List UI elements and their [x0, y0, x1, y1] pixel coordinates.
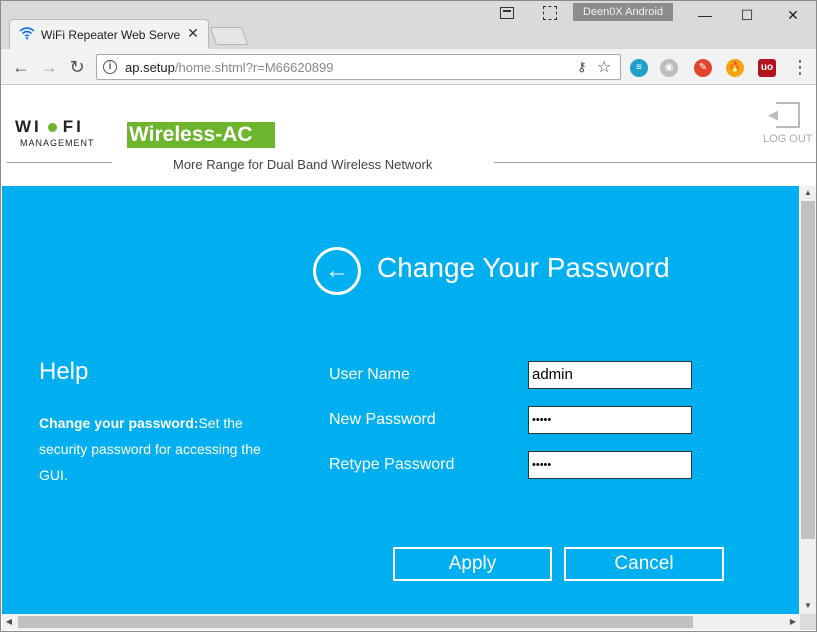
address-bar[interactable]: i ap.setup/home.shtml?r=M66620899 ⚷ ☆	[96, 54, 621, 80]
close-window-button[interactable]: ✕	[778, 3, 808, 27]
reload-button[interactable]: ↻	[65, 55, 89, 79]
url-host: ap.setup	[125, 60, 175, 75]
new-password-label: New Password	[329, 411, 436, 428]
minimize-button[interactable]: —	[690, 3, 720, 27]
vertical-scroll-thumb[interactable]	[801, 201, 815, 539]
forward-button[interactable]: →	[37, 55, 61, 79]
logout-icon[interactable]	[768, 102, 800, 128]
browser-menu-icon[interactable]: ⋮	[791, 55, 809, 79]
new-password-input[interactable]: •••••	[528, 406, 692, 434]
header-divider-right	[494, 162, 816, 163]
title-bar: WiFi Repeater Web Serve ✕ Deen0X Android…	[1, 1, 816, 49]
logo-right-text: FI	[62, 117, 84, 136]
info-icon[interactable]: i	[103, 60, 117, 74]
extension-2-icon[interactable]: ◉	[660, 59, 678, 77]
screenshot-icon[interactable]	[543, 6, 557, 20]
page-title: Change Your Password	[377, 252, 670, 283]
extension-3-icon[interactable]: ✎	[694, 59, 712, 77]
cast-icon[interactable]	[500, 7, 514, 19]
retype-password-input[interactable]: •••••	[528, 451, 692, 479]
url-text[interactable]: ap.setup/home.shtml?r=M66620899	[125, 60, 334, 75]
apply-button[interactable]: Apply	[393, 547, 552, 581]
extension-4-icon[interactable]: 🔥	[726, 59, 744, 77]
new-tab-button[interactable]	[209, 27, 249, 45]
tab-close-icon[interactable]: ✕	[185, 25, 201, 41]
change-password-panel: ← Change Your Password Help Change your …	[2, 186, 799, 614]
maximize-button[interactable]: ☐	[732, 3, 762, 27]
browser-window: WiFi Repeater Web Serve ✕ Deen0X Android…	[0, 0, 817, 632]
tagline: More Range for Dual Band Wireless Networ…	[173, 157, 433, 172]
scroll-up-icon[interactable]: ▲	[800, 186, 816, 200]
key-icon[interactable]: ⚷	[577, 59, 587, 75]
logo-dot-icon	[47, 123, 57, 133]
scroll-down-icon[interactable]: ▼	[800, 599, 816, 613]
logo-subtitle: MANAGEMENT	[20, 138, 95, 148]
cancel-button[interactable]: Cancel	[564, 547, 724, 581]
horizontal-scroll-thumb[interactable]	[18, 616, 693, 628]
url-path: /home.shtml?r=M66620899	[174, 60, 334, 75]
scroll-right-icon[interactable]: ▶	[786, 614, 800, 630]
bookmark-star-icon[interactable]: ☆	[597, 57, 611, 77]
page-content: WI FI MANAGEMENT Wireless-AC More Range f…	[1, 86, 816, 631]
horizontal-scrollbar[interactable]: ◀ ▶	[2, 614, 800, 630]
scrollbar-corner	[800, 614, 816, 630]
extension-5-icon[interactable]: uo	[758, 59, 776, 77]
help-strong: Change your password:	[39, 415, 199, 431]
vertical-scrollbar[interactable]: ▲ ▼	[800, 186, 816, 614]
wifi-logo: WI FI	[15, 117, 84, 137]
header-divider-left	[7, 162, 112, 163]
help-text: Change your password:Set the security pa…	[39, 410, 289, 488]
logo-left-text: WI	[15, 117, 42, 136]
username-label: User Name	[329, 366, 410, 383]
back-button[interactable]: ←	[9, 55, 33, 79]
back-arrow-icon[interactable]: ←	[313, 247, 361, 295]
extension-1-icon[interactable]: ≡	[630, 59, 648, 77]
brand-title: Wireless-AC	[127, 122, 275, 148]
help-title: Help	[39, 358, 89, 385]
username-input[interactable]: admin	[528, 361, 692, 389]
scroll-left-icon[interactable]: ◀	[2, 614, 16, 630]
wifi-icon	[19, 25, 35, 41]
retype-password-label: Retype Password	[329, 456, 455, 473]
profile-badge[interactable]: Deen0X Android	[573, 3, 673, 21]
tab-title[interactable]: WiFi Repeater Web Serve	[41, 28, 181, 42]
logout-label[interactable]: LOG OUT	[763, 133, 813, 145]
